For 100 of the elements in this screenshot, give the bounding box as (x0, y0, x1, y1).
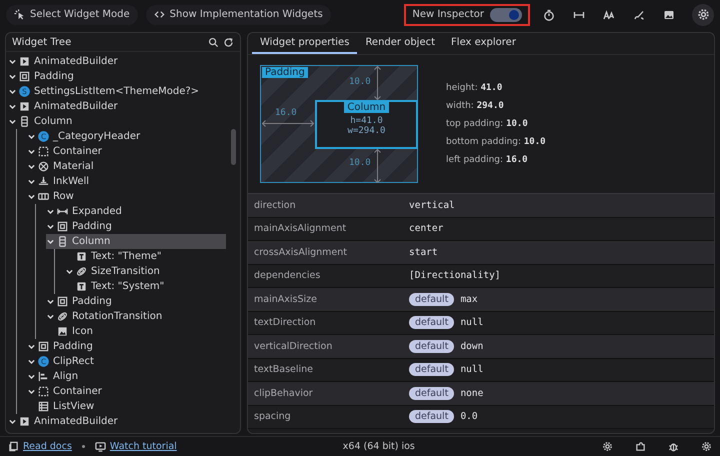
default-chip: default (409, 340, 454, 353)
tree-item[interactable]: AnimatedBuilder (8, 99, 122, 114)
padding-icon (57, 221, 68, 232)
brush-icon[interactable] (633, 8, 645, 20)
caret-icon[interactable] (27, 132, 36, 141)
dimension-arrow (374, 149, 381, 183)
caret-icon[interactable] (27, 372, 36, 381)
caret-icon[interactable] (8, 117, 17, 126)
panel-title: Widget Tree (12, 36, 72, 48)
tree-item[interactable]: Text: "Theme" (65, 249, 166, 264)
settings-icon[interactable] (696, 8, 710, 21)
tree-item[interactable]: Padding (46, 219, 116, 234)
caret-icon[interactable] (8, 417, 17, 426)
caret-icon[interactable] (8, 87, 17, 96)
tree-item[interactable]: Container (27, 144, 106, 159)
caret-icon[interactable] (46, 222, 55, 231)
text-icon (76, 251, 87, 262)
property-value: down (460, 340, 484, 352)
list-icon (38, 401, 49, 412)
tree-item[interactable]: Icon (46, 324, 97, 339)
tree-item[interactable]: Column (8, 114, 76, 129)
caret-icon[interactable] (27, 162, 36, 171)
show-implementation-widgets-button[interactable]: Show Implementation Widgets (146, 4, 331, 24)
widget-label: Column (344, 102, 389, 113)
caret-icon[interactable] (46, 207, 55, 216)
link[interactable]: Watch tutorial (94, 441, 177, 452)
caret-icon[interactable] (46, 312, 55, 321)
property-value: [Directionality] (409, 270, 501, 282)
inkwell-icon (38, 176, 49, 187)
property-name: dependencies (254, 270, 322, 282)
property-name: textBaseline (254, 364, 314, 376)
tree-item[interactable]: Padding (27, 339, 97, 354)
tree-item[interactable]: InkWell (27, 174, 94, 189)
builder-icon (19, 101, 30, 112)
tree-item[interactable]: Column (46, 234, 226, 249)
padding-icon (38, 341, 49, 352)
tree-item[interactable]: Container (27, 384, 106, 399)
video-icon (94, 441, 106, 452)
tree-item[interactable]: Padding (46, 294, 116, 309)
caret-icon[interactable] (27, 357, 36, 366)
tree-item[interactable]: S SettingsListItem<ThemeMode?> (8, 84, 204, 99)
tree-item[interactable]: C ClipRect (27, 354, 98, 369)
tree-item[interactable]: RotationTransition (46, 309, 166, 324)
timer-icon[interactable] (543, 8, 555, 20)
property-value: null (460, 364, 484, 376)
caret-icon[interactable] (46, 297, 55, 306)
link[interactable]: Read docs (8, 441, 72, 452)
search-icon[interactable] (208, 36, 219, 48)
refresh-icon[interactable] (223, 36, 234, 48)
text-size-icon[interactable] (603, 8, 615, 20)
container-icon (38, 146, 49, 157)
property-value: vertical (409, 200, 455, 211)
caret-icon[interactable] (27, 192, 36, 201)
image-icon (57, 326, 68, 337)
transition-icon (76, 266, 87, 277)
row-icon (38, 191, 49, 202)
caret-icon[interactable] (8, 57, 17, 66)
select-widget-mode-button[interactable]: Select Widget Mode (6, 4, 138, 24)
default-chip: default (409, 316, 454, 330)
tab[interactable]: Flex explorer (443, 33, 524, 54)
tree-item[interactable]: C _CategoryHeader (27, 129, 144, 144)
container-icon (38, 386, 49, 397)
toggle-switch[interactable] (490, 8, 522, 22)
property-value: max (460, 294, 478, 305)
puzzle-icon[interactable] (635, 441, 646, 452)
caret-icon[interactable] (8, 102, 17, 111)
bug-icon[interactable] (668, 441, 679, 452)
tree-item[interactable]: Text: "System" (65, 279, 168, 294)
tree-item[interactable]: Expanded (46, 204, 126, 219)
tree-item[interactable]: AnimatedBuilder (8, 414, 122, 429)
caret-icon[interactable] (8, 72, 17, 81)
document-icon (8, 441, 19, 452)
settings-icon[interactable] (602, 441, 613, 452)
caret-icon[interactable] (27, 342, 36, 351)
tree-item[interactable]: Align (27, 369, 82, 384)
property-value: none (460, 388, 484, 399)
tree-item[interactable]: AnimatedBuilder (8, 54, 122, 69)
property-value: null (460, 317, 484, 328)
property-name: clipBehavior (254, 388, 314, 399)
tree-item[interactable]: Material (27, 159, 98, 174)
tree-item[interactable]: Row (27, 189, 78, 204)
dimension-label: 10.0 (349, 77, 371, 87)
caret-icon[interactable] (27, 387, 36, 396)
settings-icon[interactable] (701, 441, 712, 452)
caret-icon[interactable] (46, 237, 55, 246)
tab[interactable]: Widget properties (252, 33, 358, 54)
caret-icon[interactable] (65, 267, 74, 276)
property-name: mainAxisAlignment (254, 223, 348, 234)
padding-icon (57, 296, 68, 307)
caret-icon[interactable] (27, 147, 36, 156)
text-icon (76, 281, 87, 292)
platform-label: x64 (64 bit) ios (342, 441, 415, 452)
caret-icon[interactable] (27, 177, 36, 186)
tree-item[interactable]: Padding (8, 69, 78, 84)
image-icon[interactable] (663, 8, 675, 20)
tree-item[interactable]: SizeTransition (65, 264, 164, 279)
new-inspector-label: New Inspector (412, 9, 484, 20)
scrollbar[interactable] (231, 129, 236, 165)
tab[interactable]: Render object (357, 33, 444, 54)
tree-item[interactable]: ListView (27, 399, 98, 414)
